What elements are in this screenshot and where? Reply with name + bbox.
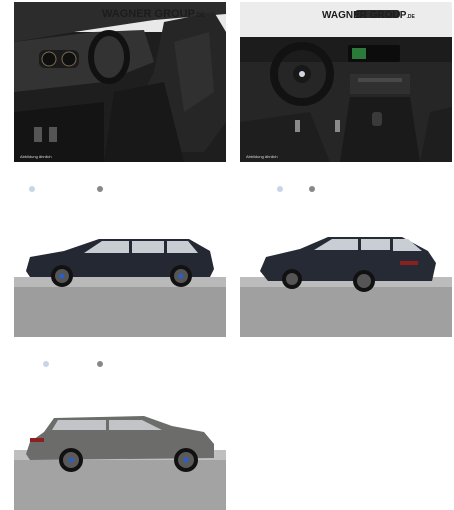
- exterior-side-grey-photo: [14, 350, 226, 510]
- dealer-brand-suffix: .DE: [406, 14, 415, 20]
- dealer-brand-suffix: .DE: [194, 13, 205, 19]
- interior-dashboard-photo: [240, 2, 452, 162]
- gallery-image-interior-dashboard[interactable]: WAGNER GROUP.DE Abbildung ähnlich: [240, 2, 452, 162]
- gallery-image-exterior-rear-dark[interactable]: [240, 177, 452, 337]
- dealer-brand-text: WAGNER GROUP: [102, 8, 195, 20]
- image-caption: Abbildung ähnlich: [246, 154, 278, 159]
- interior-seat-photo: [14, 2, 226, 162]
- exterior-rear-dark-photo: [240, 177, 452, 337]
- gallery-image-exterior-side-grey[interactable]: [14, 350, 226, 510]
- gallery-image-interior-seat[interactable]: WAGNER GROUP.DE Abbildung ähnlich: [14, 2, 226, 162]
- exterior-side-dark-photo: [14, 177, 226, 337]
- image-caption: Abbildung ähnlich: [20, 154, 52, 159]
- dealer-brand-logo: WAGNER GROUP.DE: [322, 10, 415, 21]
- dealer-brand-text: WAGNER GROUP: [322, 10, 407, 21]
- dealer-brand-logo: WAGNER GROUP.DE: [102, 8, 205, 20]
- gallery-image-exterior-side-dark[interactable]: [14, 177, 226, 337]
